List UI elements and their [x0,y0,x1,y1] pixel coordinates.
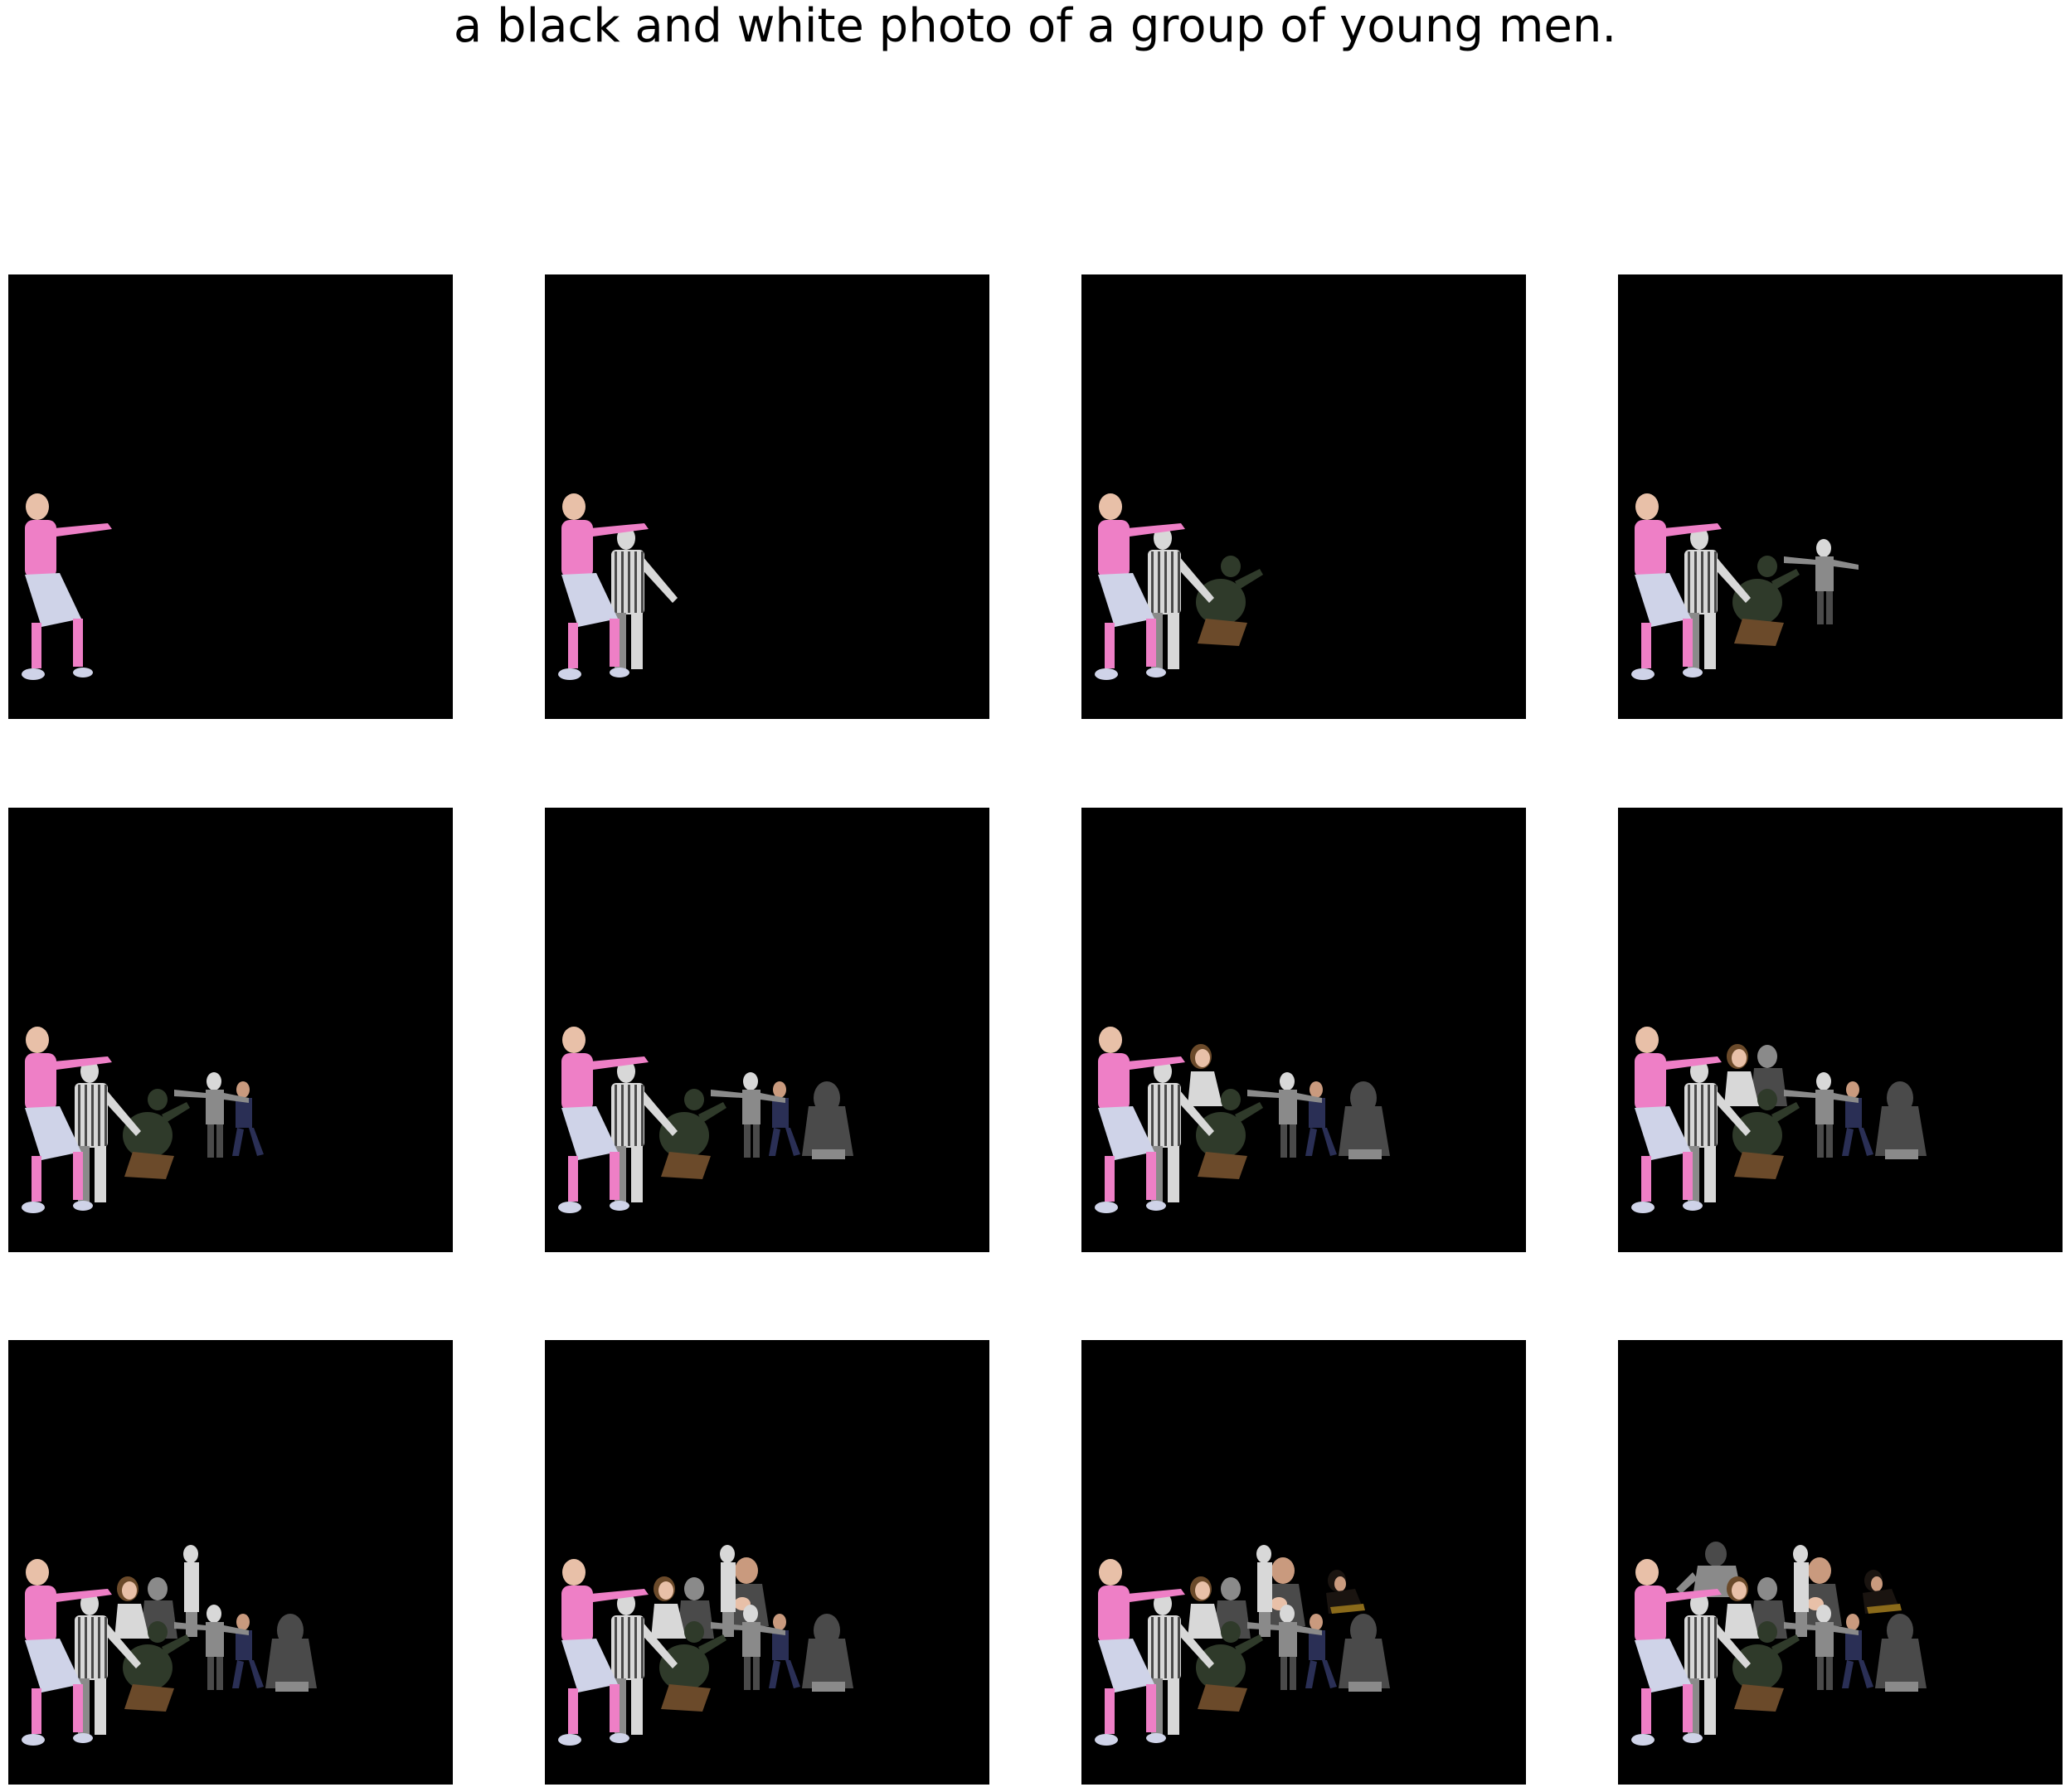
figure-5 [1305,1081,1337,1156]
panel-step-4 [1618,274,2063,719]
figure-5 [232,1614,264,1688]
figure-5 [769,1614,800,1688]
panel-figures-9 [22,1545,317,1746]
panel-step-5 [8,808,453,1252]
figure-6 [1875,1081,1927,1159]
figure-5 [769,1081,800,1156]
panel-figures-4 [1631,493,1859,680]
panel-grid [0,0,2070,1792]
panel-step-11 [1081,1340,1526,1785]
figure-9 [1793,1545,1809,1637]
figure-11 [1326,1570,1365,1614]
figure-7 [1188,1044,1222,1106]
panel-figures-1 [22,493,112,680]
figure-6 [802,1614,853,1692]
figure-5 [1305,1614,1337,1688]
figure-11 [1863,1570,1902,1614]
figure-3 [659,1089,726,1179]
figure-3 [123,1089,190,1179]
panel-step-12 [1618,1340,2063,1785]
figure-6 [1339,1614,1390,1692]
figure-9 [1256,1545,1272,1637]
figure-3 [1732,556,1800,646]
panel-figures-5 [22,1027,264,1213]
panel-figures-8 [1631,1027,1927,1213]
figure-5 [1842,1081,1873,1156]
panel-step-6 [545,808,989,1252]
panel-figures-2 [558,493,678,680]
panel-step-1 [8,274,453,719]
panel-step-8 [1618,808,2063,1252]
figure-5 [1842,1614,1873,1688]
panel-step-9 [8,1340,453,1785]
panel-figures-3 [1095,493,1263,680]
panel-figures-11 [1095,1545,1390,1746]
panel-step-7 [1081,808,1526,1252]
panel-figures-7 [1095,1027,1390,1213]
figure-1 [22,493,112,680]
figure-9 [183,1545,199,1637]
figure-6 [802,1081,853,1159]
panel-figures-10 [558,1545,853,1746]
panel-step-10 [545,1340,989,1785]
panel-figures-12 [1631,1542,1927,1746]
figure-6 [265,1614,317,1692]
panel-step-3 [1081,274,1526,719]
figure-3 [1196,556,1263,646]
figure-4 [1784,539,1859,624]
figure-5 [232,1081,264,1156]
figure-6 [1875,1614,1927,1692]
panel-step-2 [545,274,989,719]
panel-figures-6 [558,1027,853,1213]
figure-6 [1339,1081,1390,1159]
figure-9 [720,1545,736,1637]
figure-2 [611,527,678,669]
